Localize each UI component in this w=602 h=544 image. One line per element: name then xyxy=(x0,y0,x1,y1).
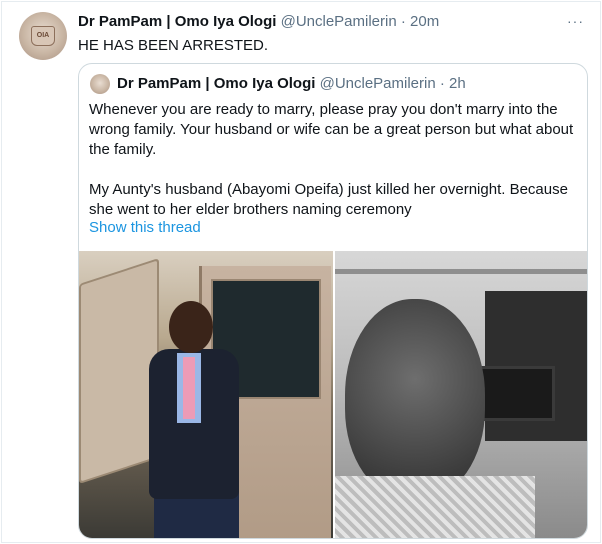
quoted-paragraph-1: Whenever you are ready to marry, please … xyxy=(89,101,574,158)
quoted-header-separator: · xyxy=(439,75,445,92)
author-handle[interactable]: @UnclePamilerin xyxy=(281,13,397,30)
photo-man-in-car[interactable] xyxy=(79,251,333,538)
man-head xyxy=(169,301,213,353)
photo-man-portrait[interactable] xyxy=(335,251,587,538)
header-separator: · xyxy=(400,13,406,30)
quoted-tweet[interactable]: Dr PamPam | Omo Iya Ologi @UnclePamileri… xyxy=(78,63,588,539)
monitor-shape xyxy=(475,366,555,421)
more-horizontal-icon[interactable]: ··· xyxy=(567,14,584,28)
author-avatar[interactable]: OIA xyxy=(19,12,67,60)
portrait-shirt-collar xyxy=(335,476,535,538)
quoted-tweet-header: Dr PamPam | Omo Iya Ologi @UnclePamileri… xyxy=(117,75,466,92)
quoted-tweet-body: Whenever you are ready to marry, please … xyxy=(89,100,579,220)
portrait-face xyxy=(345,299,485,499)
quoted-author-name[interactable]: Dr PamPam | Omo Iya Ologi xyxy=(117,75,315,92)
author-name[interactable]: Dr PamPam | Omo Iya Ologi xyxy=(78,13,276,30)
tweet-timestamp[interactable]: 20m xyxy=(410,13,439,30)
wall-line-shape xyxy=(335,269,587,274)
quoted-author-avatar[interactable] xyxy=(90,74,110,94)
media-grid xyxy=(79,251,587,538)
quoted-author-handle[interactable]: @UnclePamilerin xyxy=(320,75,436,92)
quoted-tweet-timestamp[interactable]: 2h xyxy=(449,75,466,92)
show-thread-link[interactable]: Show this thread xyxy=(89,219,201,236)
avatar-mug-image: OIA xyxy=(31,26,55,46)
man-figure xyxy=(139,301,249,538)
tweet-text: HE HAS BEEN ARRESTED. xyxy=(78,37,269,54)
quoted-paragraph-2: My Aunty's husband (Abayomi Opeifa) just… xyxy=(89,181,568,218)
man-tie xyxy=(183,357,195,419)
tweet-header: Dr PamPam | Omo Iya Ologi @UnclePamileri… xyxy=(78,13,439,30)
tweet-card[interactable]: OIA Dr PamPam | Omo Iya Ologi @UnclePami… xyxy=(1,1,601,543)
